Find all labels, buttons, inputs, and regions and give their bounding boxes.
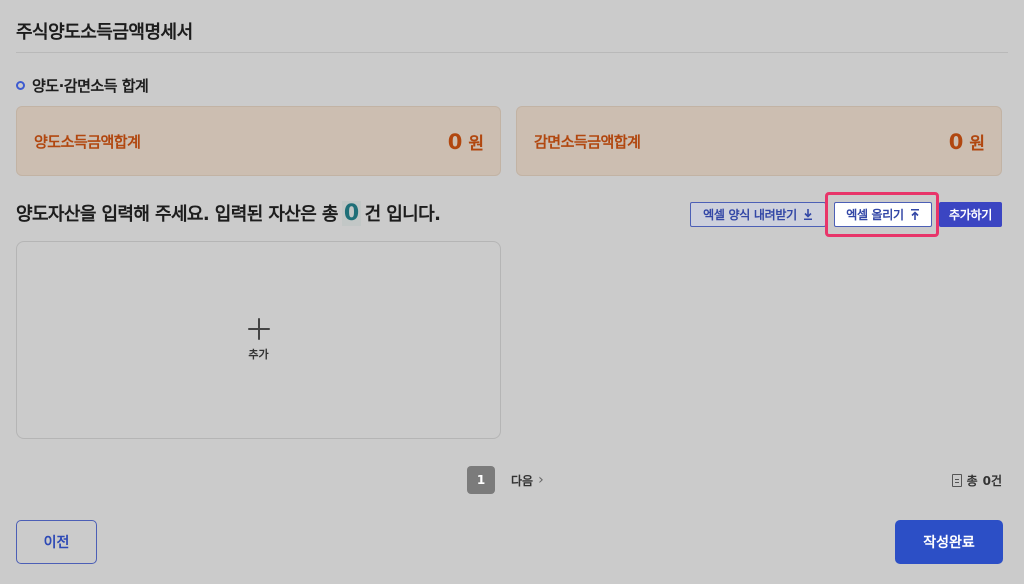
chevron-right-icon: ›: [538, 472, 544, 488]
transfer-income-amount: 0: [447, 129, 463, 154]
pagination: 1 다음 ›: [467, 466, 544, 494]
prev-button[interactable]: 이전: [16, 520, 97, 564]
excel-upload-button[interactable]: 엑셀 올리기: [834, 202, 932, 227]
download-icon: [803, 209, 812, 220]
complete-button[interactable]: 작성완료: [895, 520, 1003, 564]
assets-heading-prefix: 양도자산을 입력해 주세요. 입력된 자산은 총: [16, 204, 338, 225]
reduced-income-value: 0 원: [949, 129, 985, 154]
assets-count: 0: [341, 201, 361, 226]
total-count-value: 0건: [982, 474, 1002, 488]
transfer-income-label: 양도소득금액합계: [34, 132, 141, 151]
add-card-label: 추가: [248, 348, 269, 361]
summary-section-label: 양도·감면소득 합계: [32, 77, 149, 95]
next-page-button[interactable]: 다음 ›: [511, 472, 544, 489]
reduced-income-card: 감면소득금액합계 0 원: [516, 106, 1002, 176]
reduced-income-unit: 원: [969, 133, 985, 154]
excel-download-label: 엑셀 양식 내려받기: [703, 208, 797, 222]
title-divider: [16, 52, 1008, 53]
add-asset-card[interactable]: 추가: [16, 241, 501, 439]
reduced-income-label: 감면소득금액합계: [534, 132, 641, 151]
upload-icon: [910, 209, 919, 220]
summary-section-title: 양도·감면소득 합계: [16, 75, 149, 96]
document-icon: [951, 474, 962, 487]
assets-heading-suffix: 건 입니다.: [364, 204, 441, 225]
excel-download-button[interactable]: 엑셀 양식 내려받기: [690, 202, 826, 227]
page-title: 주식양도소득금액명세서: [16, 22, 193, 43]
total-count: 총 0건: [951, 472, 1002, 489]
add-asset-button[interactable]: 추가하기: [939, 202, 1002, 227]
total-count-prefix: 총: [966, 474, 978, 488]
ring-bullet-icon: [16, 81, 25, 90]
reduced-income-amount: 0: [948, 129, 964, 154]
transfer-income-unit: 원: [468, 133, 484, 154]
excel-upload-label: 엑셀 올리기: [846, 208, 904, 222]
transfer-income-value: 0 원: [448, 129, 484, 154]
transfer-income-card: 양도소득금액합계 0 원: [16, 106, 501, 176]
next-page-label: 다음: [511, 473, 534, 488]
plus-icon: [247, 318, 270, 340]
page-number-current[interactable]: 1: [467, 466, 495, 494]
assets-heading: 양도자산을 입력해 주세요. 입력된 자산은 총 0 건 입니다.: [16, 200, 441, 226]
